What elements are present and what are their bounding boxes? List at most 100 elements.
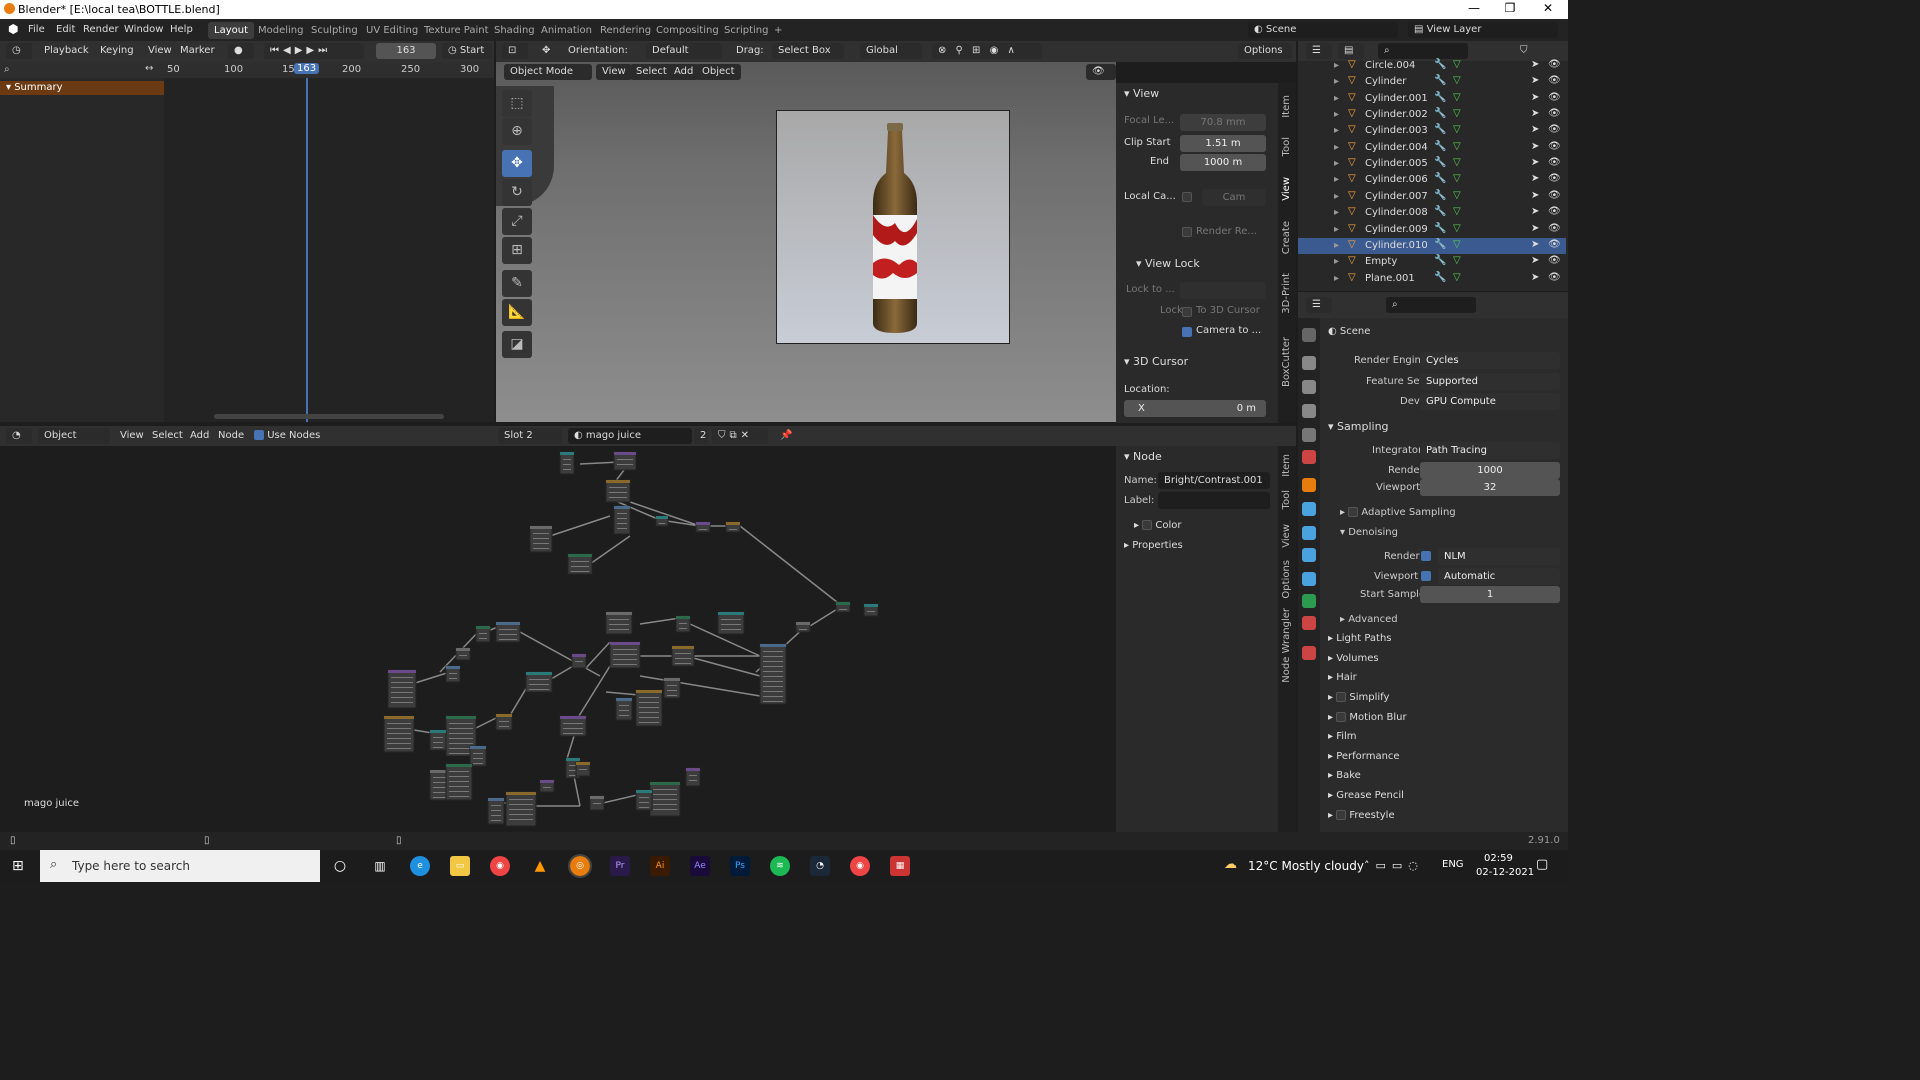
pin-icon[interactable]: 📌: [774, 428, 796, 444]
transform-tool-button[interactable]: ⊞: [502, 237, 532, 264]
scale-tool-button[interactable]: ⤢: [502, 208, 532, 235]
expand-arrow-icon[interactable]: ▸: [1334, 158, 1339, 169]
use-nodes-toggle[interactable]: Use Nodes: [248, 428, 326, 444]
eye-icon[interactable]: 👁: [1548, 75, 1561, 86]
shader-node[interactable]: [635, 789, 653, 811]
shader-node[interactable]: [455, 647, 471, 661]
add-workspace-button[interactable]: +: [768, 22, 788, 39]
current-frame-field[interactable]: 163: [376, 43, 436, 59]
expand-arrow-icon[interactable]: ▸: [1334, 60, 1339, 71]
grease-pencil-header[interactable]: ▸ Grease Pencil: [1328, 790, 1404, 801]
tool-tab-icon[interactable]: [1302, 328, 1316, 342]
shader-node[interactable]: [759, 643, 787, 705]
tab-shading[interactable]: Shading: [488, 22, 541, 39]
measure-tool-button[interactable]: 📐: [502, 299, 532, 326]
properties-subpanel[interactable]: ▸ Properties: [1124, 540, 1183, 551]
tray-icons[interactable]: ˄▭▭◌: [1364, 859, 1424, 872]
premiere-icon[interactable]: Pr: [610, 856, 630, 876]
view-layer-tab-icon[interactable]: [1302, 404, 1316, 418]
expand-arrow-icon[interactable]: ▸: [1334, 191, 1339, 202]
3d-cursor-header[interactable]: ▾ 3D Cursor: [1124, 355, 1188, 368]
eye-icon[interactable]: 👁: [1548, 141, 1561, 152]
shader-node[interactable]: [383, 715, 415, 753]
expand-arrow-icon[interactable]: ▸: [1334, 224, 1339, 235]
shader-node[interactable]: [609, 641, 641, 669]
tab-modeling[interactable]: Modeling: [252, 22, 310, 39]
outliner-row[interactable]: ▸ ▽ Cylinder.010 🔧 ▽ ➤ 👁: [1298, 237, 1566, 254]
tab-3d-print[interactable]: 3D-Print: [1281, 273, 1292, 314]
viewport-object-menu[interactable]: Object: [696, 64, 741, 80]
node-editor-canvas[interactable]: mago juice: [0, 446, 1116, 832]
node-add-menu[interactable]: Add: [184, 428, 215, 444]
shader-node[interactable]: [469, 745, 487, 767]
expand-arrow-icon[interactable]: ▸: [1334, 207, 1339, 218]
motion-blur-header[interactable]: ▸ Motion Blur: [1328, 712, 1407, 723]
shader-node[interactable]: [571, 653, 587, 669]
eye-icon[interactable]: 👁: [1548, 124, 1561, 135]
render-samples-field[interactable]: 1000: [1420, 462, 1560, 479]
shader-node[interactable]: [445, 763, 473, 801]
shader-node[interactable]: [613, 505, 631, 535]
outliner-row[interactable]: ▸ ▽ Cylinder.004 🔧 ▽ ➤ 👁: [1298, 140, 1566, 156]
to-cursor-checkbox[interactable]: [1182, 307, 1192, 317]
playhead-line[interactable]: [306, 78, 308, 422]
node-name-field[interactable]: Bright/Contrast.001: [1158, 472, 1270, 489]
menu-help[interactable]: Help: [170, 24, 193, 35]
menu-file[interactable]: File: [28, 24, 45, 35]
render-tab-icon[interactable]: [1302, 356, 1316, 370]
cortana-icon[interactable]: ○: [330, 856, 350, 876]
mode-dropdown[interactable]: Object Mode: [504, 64, 592, 80]
use-nodes-checkbox[interactable]: [254, 430, 264, 440]
select-arrow-icon[interactable]: ➤: [1531, 206, 1539, 217]
shader-node[interactable]: [487, 797, 505, 825]
render-region-checkbox[interactable]: [1182, 227, 1192, 237]
tab-sculpting[interactable]: Sculpting: [305, 22, 364, 39]
editor-type-icon[interactable]: ☰: [1306, 297, 1332, 313]
eye-icon[interactable]: 👁: [1548, 255, 1561, 266]
marker-menu[interactable]: Marker: [174, 43, 221, 59]
viewport-samples-field[interactable]: 32: [1420, 479, 1560, 496]
node-node-menu[interactable]: Node: [212, 428, 250, 444]
expand-arrow-icon[interactable]: ▸: [1334, 240, 1339, 251]
texture-tab-icon[interactable]: [1302, 646, 1316, 660]
shader-node[interactable]: [605, 611, 633, 635]
playback-menu[interactable]: Playback: [38, 43, 95, 59]
volumes-header[interactable]: ▸ Volumes: [1328, 653, 1379, 664]
shader-node[interactable]: [835, 601, 851, 613]
simplify-header[interactable]: ▸ Simplify: [1328, 692, 1389, 703]
add-cube-tool-button[interactable]: ◪: [502, 331, 532, 358]
shader-node[interactable]: [559, 451, 575, 475]
view-layer-selector[interactable]: ▤ View Layer: [1408, 22, 1558, 38]
shader-node[interactable]: [539, 779, 555, 793]
sampling-header[interactable]: ▾ Sampling: [1328, 420, 1389, 433]
blender-menu-icon[interactable]: ⬢: [8, 22, 18, 36]
editor-type-icon[interactable]: ⊡: [502, 43, 528, 59]
cursor-tool-button[interactable]: ⊕: [502, 118, 532, 145]
select-arrow-icon[interactable]: ➤: [1531, 255, 1539, 266]
language-indicator[interactable]: ENG: [1442, 859, 1464, 870]
feature-set-dropdown[interactable]: Supported: [1420, 373, 1560, 390]
constraints-tab-icon[interactable]: [1302, 572, 1316, 586]
tab-scripting[interactable]: Scripting: [718, 22, 774, 39]
viewport-view-menu[interactable]: View: [596, 64, 632, 80]
snapping-icons[interactable]: ⊗ ⚲ ⊞ ◉ ∧: [932, 43, 1042, 59]
shader-node[interactable]: [717, 611, 745, 635]
performance-header[interactable]: ▸ Performance: [1328, 751, 1400, 762]
select-arrow-icon[interactable]: ➤: [1531, 157, 1539, 168]
menu-render[interactable]: Render: [83, 24, 119, 35]
select-arrow-icon[interactable]: ➤: [1531, 108, 1539, 119]
shader-node[interactable]: [615, 697, 633, 721]
shader-node[interactable]: [663, 677, 681, 699]
expand-arrow-icon[interactable]: ▸: [1334, 125, 1339, 136]
select-arrow-icon[interactable]: ➤: [1531, 59, 1539, 70]
freestyle-checkbox[interactable]: [1336, 810, 1347, 820]
slot-dropdown[interactable]: Slot 2: [498, 428, 562, 444]
display-mode-icon[interactable]: ▤: [1338, 43, 1364, 59]
denoising-header[interactable]: ▾ Denoising: [1340, 527, 1398, 538]
film-header[interactable]: ▸ Film: [1328, 731, 1357, 742]
start-windows-icon[interactable]: ⊞: [12, 858, 24, 874]
select-arrow-icon[interactable]: ➤: [1531, 272, 1539, 283]
shader-node[interactable]: [495, 713, 513, 731]
view-menu[interactable]: View: [142, 43, 178, 59]
clock-time[interactable]: 02:59: [1484, 853, 1513, 864]
